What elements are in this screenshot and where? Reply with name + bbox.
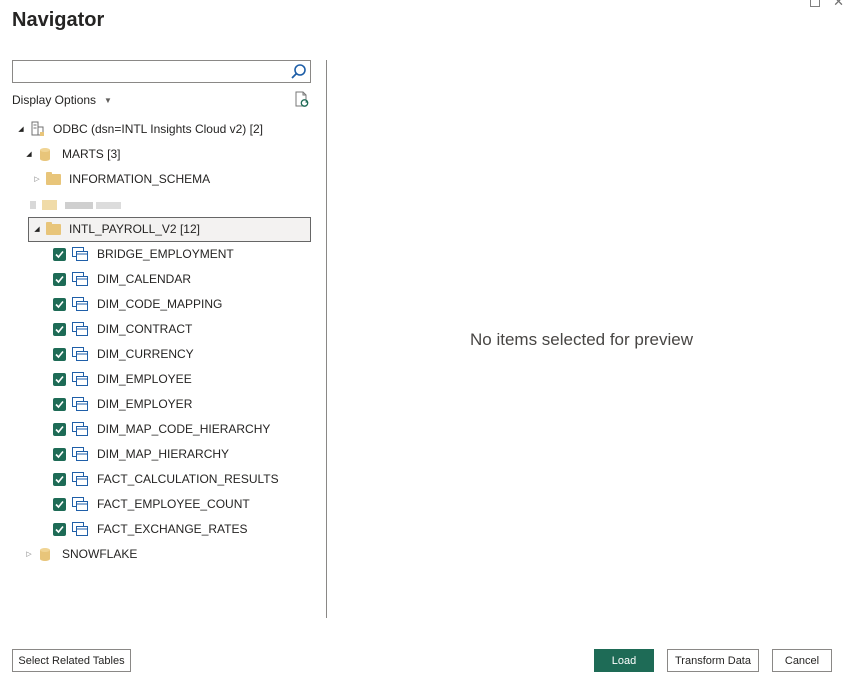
search-icon[interactable] — [290, 63, 307, 80]
table-row[interactable]: DIM_CURRENCY — [53, 343, 194, 365]
display-options-dropdown[interactable]: Display Options ▼ — [12, 93, 112, 107]
tree-snowflake-label: SNOWFLAKE — [62, 547, 138, 561]
table-icon — [72, 372, 88, 386]
transform-data-button[interactable]: Transform Data — [667, 649, 759, 672]
database-icon — [40, 547, 50, 561]
table-row[interactable]: DIM_CALENDAR — [53, 268, 191, 290]
table-icon — [72, 347, 88, 361]
table-icon — [72, 422, 88, 436]
table-row[interactable]: DIM_MAP_CODE_HIERARCHY — [53, 418, 270, 440]
table-row[interactable]: DIM_CONTRACT — [53, 318, 192, 340]
checkbox-checked[interactable] — [53, 422, 66, 436]
tree-information-schema-row[interactable]: ▷ INFORMATION_SCHEMA — [32, 168, 210, 190]
tree-marts-label: MARTS [3] — [62, 147, 121, 161]
tree-root-label: ODBC (dsn=INTL Insights Cloud v2) [2] — [53, 122, 263, 136]
database-icon — [40, 147, 50, 161]
expand-triangle-icon[interactable]: ◢ — [16, 125, 26, 133]
table-row[interactable]: FACT_EXCHANGE_RATES — [53, 518, 247, 540]
checkbox-checked[interactable] — [53, 447, 66, 461]
refresh-icon[interactable] — [293, 91, 310, 108]
table-row[interactable]: DIM_EMPLOYEE — [53, 368, 192, 390]
expand-triangle-icon[interactable]: ◢ — [32, 225, 42, 233]
load-button[interactable]: Load — [594, 649, 654, 672]
table-label: DIM_CURRENCY — [97, 347, 194, 361]
table-row[interactable]: DIM_CODE_MAPPING — [53, 293, 222, 315]
table-icon — [72, 297, 88, 311]
table-label: DIM_MAP_HIERARCHY — [97, 447, 230, 461]
cancel-button[interactable]: Cancel — [772, 649, 832, 672]
table-icon — [72, 247, 88, 261]
tree-payroll-label: INTL_PAYROLL_V2 [12] — [69, 222, 200, 236]
server-icon — [31, 121, 44, 136]
table-row[interactable]: DIM_EMPLOYER — [53, 393, 192, 415]
checkbox-checked[interactable] — [53, 347, 66, 361]
table-icon — [72, 272, 88, 286]
checkbox-checked[interactable] — [53, 497, 66, 511]
table-label: DIM_CODE_MAPPING — [97, 297, 223, 311]
table-label: FACT_EXCHANGE_RATES — [97, 522, 248, 536]
table-icon — [72, 472, 88, 486]
checkbox-checked[interactable] — [53, 322, 66, 336]
expand-triangle-icon[interactable]: ◢ — [24, 150, 34, 158]
tree-marts-row[interactable]: ◢ MARTS [3] — [24, 143, 120, 165]
preview-empty-message: No items selected for preview — [470, 330, 693, 349]
search-input[interactable] — [13, 61, 283, 82]
collapse-triangle-icon[interactable]: ▷ — [24, 550, 34, 558]
display-options-label: Display Options — [12, 93, 97, 107]
table-label: DIM_MAP_CODE_HIERARCHY — [97, 422, 271, 436]
table-label: FACT_CALCULATION_RESULTS — [97, 472, 279, 486]
checkbox-checked[interactable] — [53, 372, 66, 386]
checkbox-checked[interactable] — [53, 297, 66, 311]
table-label: DIM_EMPLOYER — [97, 397, 193, 411]
chevron-down-icon: ▼ — [104, 95, 112, 105]
checkbox-checked[interactable] — [53, 397, 66, 411]
table-row[interactable]: BRIDGE_EMPLOYMENT — [53, 243, 234, 265]
table-icon — [72, 322, 88, 336]
tree-root-row[interactable]: ◢ ODBC (dsn=INTL Insights Cloud v2) [2] — [16, 118, 263, 140]
table-icon — [72, 447, 88, 461]
tree-information-schema-label: INFORMATION_SCHEMA — [69, 172, 211, 186]
table-row[interactable]: FACT_CALCULATION_RESULTS — [53, 468, 279, 490]
maximize-icon[interactable] — [810, 0, 820, 7]
folder-icon — [46, 221, 61, 235]
tree-snowflake-row[interactable]: ▷ SNOWFLAKE — [24, 543, 137, 565]
table-label: BRIDGE_EMPLOYMENT — [97, 247, 234, 261]
table-row[interactable]: DIM_MAP_HIERARCHY — [53, 443, 229, 465]
table-icon — [72, 522, 88, 536]
navigator-title: Navigator — [12, 9, 105, 31]
search-box[interactable] — [12, 60, 311, 83]
checkbox-checked[interactable] — [53, 522, 66, 536]
table-row[interactable]: FACT_EMPLOYEE_COUNT — [53, 493, 250, 515]
table-label: FACT_EMPLOYEE_COUNT — [97, 497, 250, 511]
table-icon — [72, 397, 88, 411]
table-label: DIM_EMPLOYEE — [97, 372, 192, 386]
checkbox-checked[interactable] — [53, 472, 66, 486]
checkbox-checked[interactable] — [53, 247, 66, 261]
table-icon — [72, 497, 88, 511]
checkbox-checked[interactable] — [53, 272, 66, 286]
table-label: DIM_CALENDAR — [97, 272, 192, 286]
folder-icon — [46, 171, 61, 185]
pane-splitter[interactable] — [326, 60, 327, 618]
collapse-triangle-icon[interactable]: ▷ — [32, 175, 42, 183]
table-label: DIM_CONTRACT — [97, 322, 193, 336]
tree-payroll-row[interactable]: ◢ INTL_PAYROLL_V2 [12] — [32, 218, 200, 240]
close-icon[interactable]: ✕ — [833, 0, 844, 10]
redacted-item — [30, 200, 121, 210]
select-related-tables-button[interactable]: Select Related Tables — [12, 649, 131, 672]
